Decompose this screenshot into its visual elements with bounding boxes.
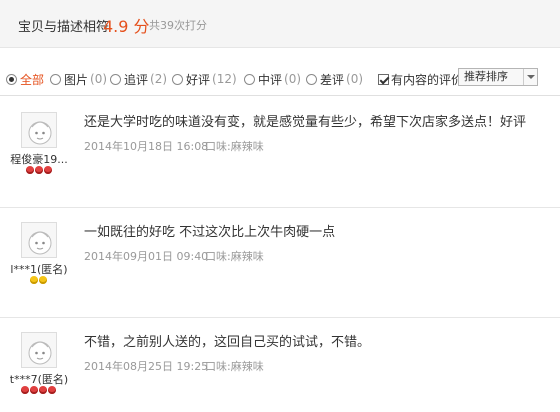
filter-followup-count: (2) [150,72,168,86]
checkbox-icon[interactable] [378,73,389,85]
reviewer-level-badge [26,166,53,176]
review-text: 一如既往的好吃 不过这次比上次牛肉硬一点 [84,225,336,240]
review-date: 2014年09月01日 09:40 [84,250,209,263]
radio-icon[interactable] [244,73,255,85]
radio-icon[interactable] [306,73,317,85]
rating-summary: 宝贝与描述相符 4.9 分 共39次打分 [0,0,560,48]
filter-negative-label: 差评 [320,72,345,87]
sort-select[interactable]: 推荐排序 [458,68,538,86]
reviewer-name[interactable]: l***1(匿名) [0,261,78,277]
filter-positive-label: 好评 [186,72,211,87]
review-text: 不错，之前别人送的，这回自己买的试试，不错。 [84,335,371,350]
reviewer-name[interactable]: 程俊豪19... [0,151,78,167]
summary-title: 宝贝与描述相符 [18,20,110,35]
filter-neutral[interactable]: 中评 (0) [244,71,301,87]
avatar[interactable] [21,332,57,368]
filter-neutral-label: 中评 [258,72,283,87]
level-gem-icon [35,166,43,174]
level-gem-icon [48,386,56,394]
radio-icon[interactable] [110,73,121,85]
sort-select-value: 推荐排序 [464,70,508,83]
filter-images-count: (0) [90,72,108,86]
summary-score: 4.9 分 [103,17,150,36]
review-date: 2014年10月18日 16:08 [84,140,209,153]
filter-positive[interactable]: 好评 (12) [172,71,237,87]
level-gem-icon [30,386,38,394]
reviewer-level-badge [21,386,57,396]
filter-neutral-count: (0) [284,72,302,86]
filter-all-label: 全部 [20,72,45,87]
level-gem-icon [26,166,34,174]
filter-all[interactable]: 全部 [6,71,44,87]
filter-followup[interactable]: 追评 (2) [110,71,167,87]
has-content-filter[interactable]: 有内容的评价 [378,71,463,87]
radio-icon[interactable] [6,73,17,85]
review-spec: 口味:麻辣味 [205,360,264,373]
filter-images-label: 图片 [64,72,89,87]
level-gem-icon [39,386,47,394]
review-item: l***1(匿名) 一如既往的好吃 不过这次比上次牛肉硬一点 2014年09月01日… [0,208,560,318]
reviewer-level-badge [30,276,48,286]
review-date: 2014年08月25日 19:25 [84,360,209,373]
level-gem-icon [21,386,29,394]
review-spec: 口味:麻辣味 [205,140,264,153]
level-gem-icon [44,166,52,174]
chevron-down-icon[interactable] [523,69,537,85]
has-content-label: 有内容的评价 [391,72,464,87]
review-text: 还是大学时吃的味道没有变，就是感觉量有些少，希望下次店家多送点！好评 [84,115,527,130]
summary-votes: 共39次打分 [149,19,207,32]
filter-positive-count: (12) [212,72,237,86]
reviewer-name[interactable]: t***7(匿名) [0,371,78,387]
avatar[interactable] [21,222,57,258]
filter-negative[interactable]: 差评 (0) [306,71,363,87]
filter-followup-label: 追评 [124,72,149,87]
avatar[interactable] [21,112,57,148]
level-gem-icon [39,276,47,284]
review-spec: 口味:麻辣味 [205,250,264,263]
radio-icon[interactable] [172,73,183,85]
level-gem-icon [30,276,38,284]
filter-images[interactable]: 图片 (0) [50,71,107,87]
review-item: t***7(匿名) 不错，之前别人送的，这回自己买的试试，不错。 2014年08月2… [0,318,560,412]
radio-icon[interactable] [50,73,61,85]
review-item: 程俊豪19... 还是大学时吃的味道没有变，就是感觉量有些少，希望下次店家多送点！… [0,98,560,208]
filter-negative-count: (0) [346,72,364,86]
